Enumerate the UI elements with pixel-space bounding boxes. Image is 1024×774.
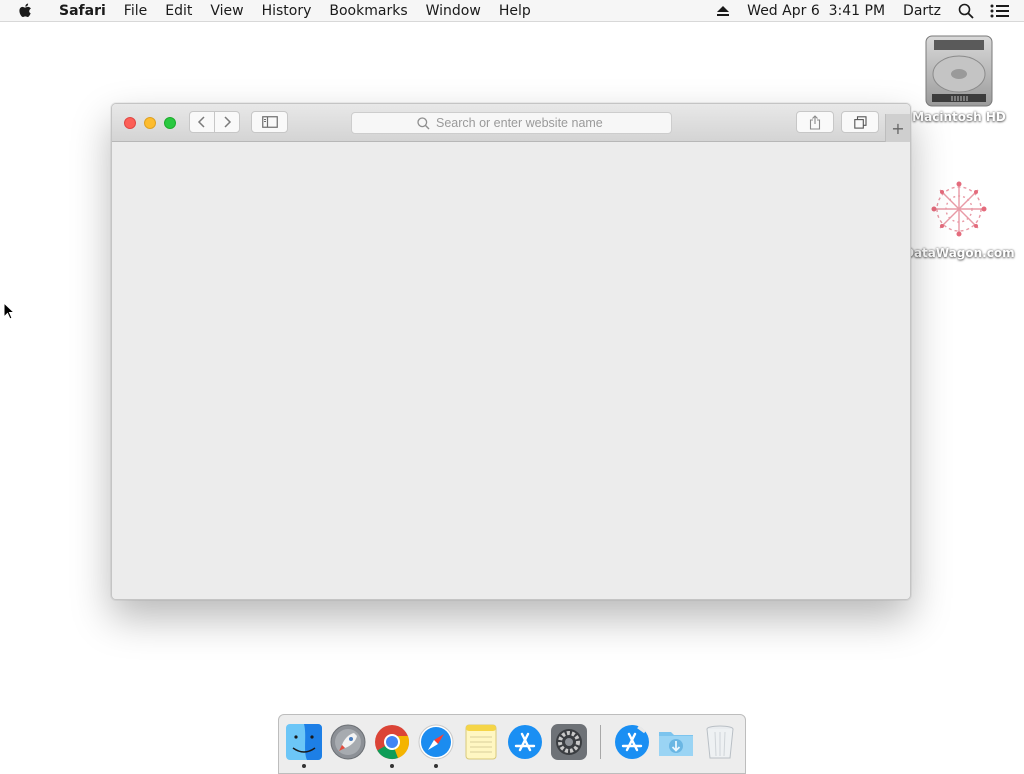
menu-window[interactable]: Window — [417, 0, 490, 22]
datawagon-logo-icon — [922, 172, 996, 246]
maximize-window-button[interactable] — [164, 117, 176, 129]
notification-center-icon[interactable] — [982, 4, 1024, 18]
desktop-icon-datawagon[interactable]: DataWagon.com — [904, 172, 1015, 260]
new-tab-button[interactable]: + — [885, 114, 910, 142]
running-indicator — [302, 764, 306, 768]
menu-app-name[interactable]: Safari — [50, 0, 115, 22]
tabs-overview-icon — [853, 115, 867, 129]
search-icon — [417, 116, 430, 129]
system-preferences-icon[interactable] — [550, 723, 588, 761]
finder-icon[interactable] — [285, 723, 323, 761]
close-window-button[interactable] — [124, 117, 136, 129]
applications-folder-icon[interactable] — [613, 723, 651, 761]
show-tabs-button[interactable] — [841, 111, 879, 133]
minimize-window-button[interactable] — [144, 117, 156, 129]
running-indicator — [390, 764, 394, 768]
desktop-icon-macintosh-hd[interactable]: Macintosh HD — [904, 32, 1014, 124]
menu-datetime[interactable]: Wed Apr 6 3:41 PM — [738, 3, 894, 19]
running-indicator — [434, 764, 438, 768]
chevron-right-icon — [224, 116, 232, 128]
web-content-area[interactable] — [112, 142, 910, 599]
sidebar-toggle-button[interactable] — [251, 111, 288, 133]
safari-icon[interactable] — [417, 723, 455, 761]
menu-user[interactable]: Dartz — [894, 3, 950, 19]
sidebar-icon — [261, 116, 278, 128]
share-icon — [809, 114, 821, 130]
hard-drive-icon — [922, 32, 996, 110]
safari-window: + — [111, 103, 911, 600]
chevron-left-icon — [197, 116, 205, 128]
trash-icon[interactable] — [701, 723, 739, 761]
menu-view[interactable]: View — [201, 0, 252, 22]
back-button[interactable] — [189, 111, 215, 133]
mouse-cursor-icon — [3, 301, 16, 324]
downloads-folder-icon[interactable] — [657, 723, 695, 761]
menu-history[interactable]: History — [253, 0, 321, 22]
desktop-icon-label: DataWagon.com — [904, 246, 1015, 260]
dock — [278, 714, 746, 774]
app-store-icon[interactable] — [506, 723, 544, 761]
notes-icon[interactable] — [462, 723, 500, 761]
spotlight-search-icon[interactable] — [950, 3, 982, 19]
apple-menu-icon[interactable] — [18, 2, 36, 20]
menu-help[interactable]: Help — [490, 0, 540, 22]
menu-file[interactable]: File — [115, 0, 156, 22]
chrome-icon[interactable] — [373, 723, 411, 761]
address-bar[interactable] — [351, 112, 672, 134]
dock-separator — [600, 725, 601, 759]
launchpad-icon[interactable] — [329, 723, 367, 761]
desktop-icon-label: Macintosh HD — [912, 110, 1006, 124]
eject-icon[interactable] — [708, 5, 738, 17]
menu-edit[interactable]: Edit — [156, 0, 201, 22]
menu-bar: Safari File Edit View History Bookmarks … — [0, 0, 1024, 22]
forward-button[interactable] — [214, 111, 240, 133]
safari-toolbar: + — [112, 104, 910, 142]
menu-bookmarks[interactable]: Bookmarks — [320, 0, 416, 22]
share-button[interactable] — [796, 111, 834, 133]
address-input[interactable] — [436, 116, 606, 130]
navigation-buttons — [189, 111, 241, 133]
